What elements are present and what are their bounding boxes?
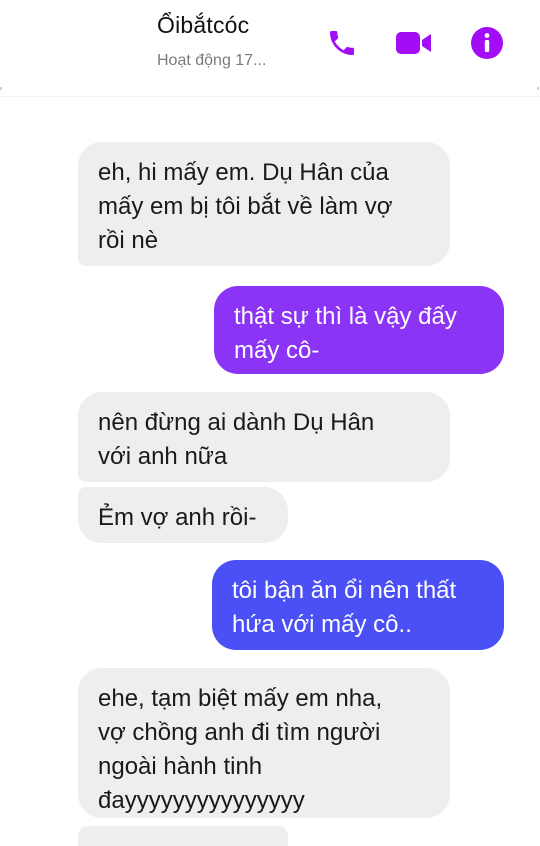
message-bubble-sent[interactable]: thật sự thì là vậy đấy mấy cô- bbox=[214, 286, 504, 374]
scroll-edge-mark bbox=[537, 87, 539, 90]
message-bubble-received[interactable]: Ẻm vợ anh rồi- bbox=[78, 487, 288, 543]
message-bubble-received[interactable]: nên đừng ai dành Dụ Hân với anh nữa bbox=[78, 392, 450, 482]
scroll-edge-mark bbox=[0, 87, 2, 90]
message-bubble-received[interactable]: eh, hi mấy em. Dụ Hân của mấy em bị tôi … bbox=[78, 142, 450, 266]
active-status: Hoạt động 17... bbox=[157, 52, 267, 69]
message-bubble-received[interactable]: ehe, tạm biệt mấy em nha, vợ chồng anh đ… bbox=[78, 668, 450, 818]
contact-name[interactable]: Ổibắtcóc bbox=[157, 12, 249, 39]
message-bubble-sent[interactable]: tôi bận ăn ổi nên thất hứa với mấy cô.. bbox=[212, 560, 504, 650]
info-icon[interactable] bbox=[470, 26, 504, 60]
phone-icon[interactable] bbox=[326, 27, 358, 59]
chat-header: Ổibắtcóc Hoạt động 17... bbox=[0, 0, 540, 90]
header-divider bbox=[0, 96, 540, 97]
message-bubble-partial bbox=[78, 826, 288, 846]
video-camera-icon[interactable] bbox=[395, 30, 433, 56]
